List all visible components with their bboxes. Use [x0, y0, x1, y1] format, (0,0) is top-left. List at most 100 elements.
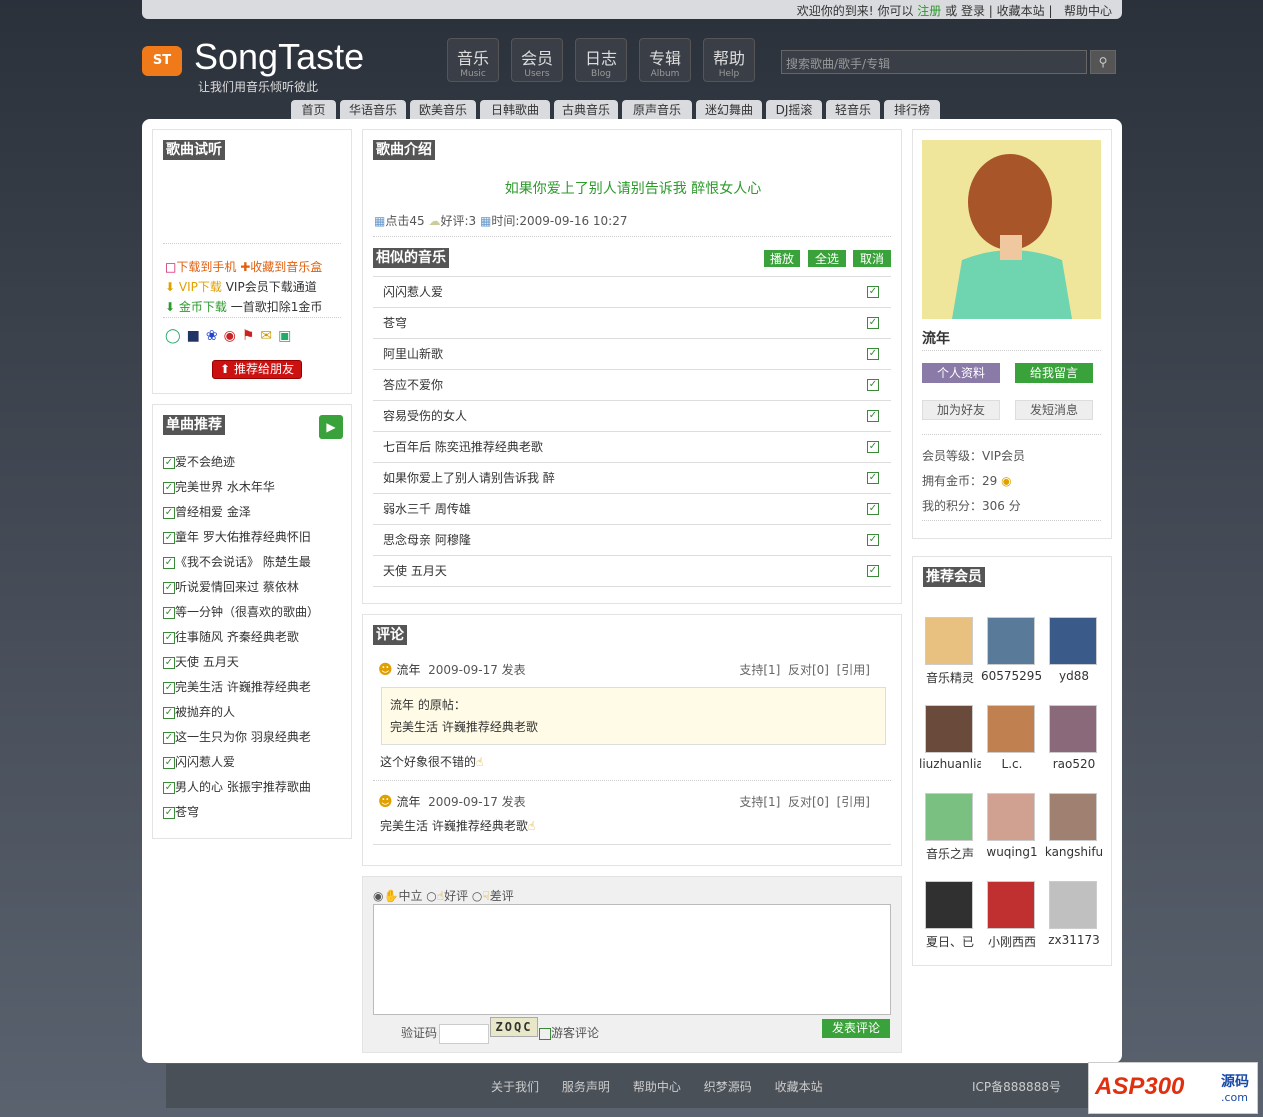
single-item[interactable]: ✓ 苍穹 [163, 800, 348, 825]
similar-song-row[interactable]: 七百年后 陈奕迅推荐经典老歌 ✓ [373, 432, 891, 463]
single-item[interactable]: ✓ 被抛弃的人 [163, 700, 348, 725]
single-checkbox[interactable]: ✓ [163, 556, 175, 569]
footer-terms[interactable]: 服务声明 [562, 1080, 610, 1094]
single-checkbox[interactable]: ✓ [163, 706, 175, 719]
single-item[interactable]: ✓ 《我不会说话》 陈楚生最 [163, 550, 348, 575]
nav-help[interactable]: 帮助 Help [703, 38, 755, 82]
gold-download-link[interactable]: 金币下载 [179, 300, 227, 314]
tab-chinese[interactable]: 华语音乐 [340, 100, 406, 120]
quote-link[interactable]: [引用] [837, 663, 870, 677]
download-phone-link[interactable]: 下载到手机 [176, 260, 236, 274]
support-link[interactable]: 支持[1] [739, 795, 780, 809]
song-checkbox[interactable]: ✓ [867, 565, 879, 577]
profile-info-button[interactable]: 个人资料 [922, 363, 1000, 383]
member-item[interactable]: liuzhuanliang [919, 705, 981, 771]
comment-textarea[interactable] [373, 904, 891, 1015]
tab-classical[interactable]: 古典音乐 [554, 100, 618, 120]
profile-avatar[interactable] [922, 140, 1101, 319]
similar-song-label[interactable]: 思念母亲 阿穆隆 [383, 533, 471, 547]
single-item[interactable]: ✓ 天使 五月天 [163, 650, 348, 675]
support-link[interactable]: 支持[1] [739, 663, 780, 677]
member-avatar[interactable] [925, 617, 973, 665]
similar-song-row[interactable]: 天使 五月天 ✓ [373, 556, 891, 587]
member-avatar[interactable] [1049, 793, 1097, 841]
play-button[interactable]: 播放 [764, 250, 800, 267]
search-input[interactable]: 搜索歌曲/歌手/专辑 [781, 50, 1087, 74]
song-checkbox[interactable]: ✓ [867, 317, 879, 329]
similar-song-row[interactable]: 答应不爱你 ✓ [373, 370, 891, 401]
member-item[interactable]: zx31173 [1043, 881, 1103, 947]
single-item[interactable]: ✓ 往事随风 齐秦经典老歌 [163, 625, 348, 650]
nav-users[interactable]: 会员 Users [511, 38, 563, 82]
similar-song-label[interactable]: 答应不爱你 [383, 378, 443, 392]
member-name[interactable]: 音乐精灵 [919, 669, 981, 686]
send-message-button[interactable]: 发短消息 [1015, 400, 1093, 420]
share-baidu-icon[interactable]: ❀ [206, 328, 224, 344]
member-avatar[interactable] [1049, 617, 1097, 665]
tab-light[interactable]: 轻音乐 [826, 100, 880, 120]
vip-download-link[interactable]: VIP下载 [179, 280, 222, 294]
single-item[interactable]: ✓ 等一分钟（很喜欢的歌曲） [163, 600, 348, 625]
member-name[interactable]: 音乐之声 [919, 845, 981, 862]
single-item[interactable]: ✓ 完美世界 水木年华 [163, 475, 348, 500]
similar-song-row[interactable]: 弱水三千 周传雄 ✓ [373, 494, 891, 525]
single-checkbox[interactable]: ✓ [163, 456, 175, 469]
add-musicbox-link[interactable]: 收藏到音乐盒 [250, 260, 322, 274]
member-name[interactable]: rao520 [1043, 757, 1105, 771]
member-avatar[interactable] [987, 881, 1035, 929]
similar-song-row[interactable]: 容易受伤的女人 ✓ [373, 401, 891, 432]
member-avatar[interactable] [987, 705, 1035, 753]
search-icon[interactable]: ⚲ [1090, 50, 1116, 74]
song-checkbox[interactable]: ✓ [867, 503, 879, 515]
similar-song-label[interactable]: 容易受伤的女人 [383, 409, 467, 423]
captcha-input[interactable] [439, 1024, 489, 1044]
member-name[interactable]: yd88 [1043, 669, 1105, 683]
quote-link[interactable]: [引用] [837, 795, 870, 809]
single-item[interactable]: ✓ 爱不会绝迹 [163, 450, 348, 475]
footer-help[interactable]: 帮助中心 [633, 1080, 681, 1094]
member-item[interactable]: wuqing1 [981, 793, 1041, 859]
single-checkbox[interactable]: ✓ [163, 781, 175, 794]
single-checkbox[interactable]: ✓ [163, 606, 175, 619]
member-item[interactable]: yd88 [1043, 617, 1103, 683]
member-item[interactable]: kangshifu [1043, 793, 1103, 859]
tab-dance[interactable]: 迷幻舞曲 [696, 100, 762, 120]
submit-comment-button[interactable]: 发表评论 [822, 1019, 890, 1038]
tab-soundtrack[interactable]: 原声音乐 [622, 100, 692, 120]
member-avatar[interactable] [1049, 705, 1097, 753]
share-delicious-icon[interactable]: ■ [187, 328, 206, 344]
share-mail-icon[interactable]: ✉ [260, 328, 278, 344]
single-item[interactable]: ✓ 完美生活 许巍推荐经典老 [163, 675, 348, 700]
tab-western[interactable]: 欧美音乐 [410, 100, 476, 120]
similar-song-row[interactable]: 闪闪惹人爱 ✓ [373, 277, 891, 308]
member-avatar[interactable] [1049, 881, 1097, 929]
member-name[interactable]: 605752955 [981, 669, 1043, 683]
similar-song-label[interactable]: 闪闪惹人爱 [383, 285, 443, 299]
member-item[interactable]: 音乐之声 [919, 793, 979, 862]
member-name[interactable]: 夏日、已 [919, 933, 981, 950]
song-checkbox[interactable]: ✓ [867, 472, 879, 484]
song-checkbox[interactable]: ✓ [867, 348, 879, 360]
similar-song-row[interactable]: 苍穹 ✓ [373, 308, 891, 339]
similar-song-row[interactable]: 如果你爱上了别人请别告诉我 醉 ✓ [373, 463, 891, 494]
logo-badge[interactable]: ST [142, 46, 182, 76]
radio-bad[interactable]: ○ [472, 889, 482, 903]
single-checkbox[interactable]: ✓ [163, 681, 175, 694]
recommend-friend-button[interactable]: ⬆ 推荐给朋友 [212, 360, 302, 379]
footer-bookmark[interactable]: 收藏本站 [775, 1080, 823, 1094]
login-link[interactable]: 登录 [961, 4, 985, 18]
similar-song-label[interactable]: 天使 五月天 [383, 564, 447, 578]
member-name[interactable]: L.c. [981, 757, 1043, 771]
leave-message-button[interactable]: 给我留言 [1015, 363, 1093, 383]
radio-neutral[interactable]: ◉ [373, 889, 383, 903]
member-item[interactable]: 夏日、已 [919, 881, 979, 950]
play-icon[interactable]: ▶ [319, 415, 343, 439]
footer-source[interactable]: 织梦源码 [704, 1080, 752, 1094]
select-all-button[interactable]: 全选 [808, 250, 846, 267]
member-avatar[interactable] [987, 617, 1035, 665]
oppose-link[interactable]: 反对[0] [788, 795, 829, 809]
tab-home[interactable]: 首页 [291, 100, 336, 120]
tab-jpkr[interactable]: 日韩歌曲 [480, 100, 550, 120]
footer-about[interactable]: 关于我们 [491, 1080, 539, 1094]
member-name[interactable]: kangshifu [1043, 845, 1105, 859]
